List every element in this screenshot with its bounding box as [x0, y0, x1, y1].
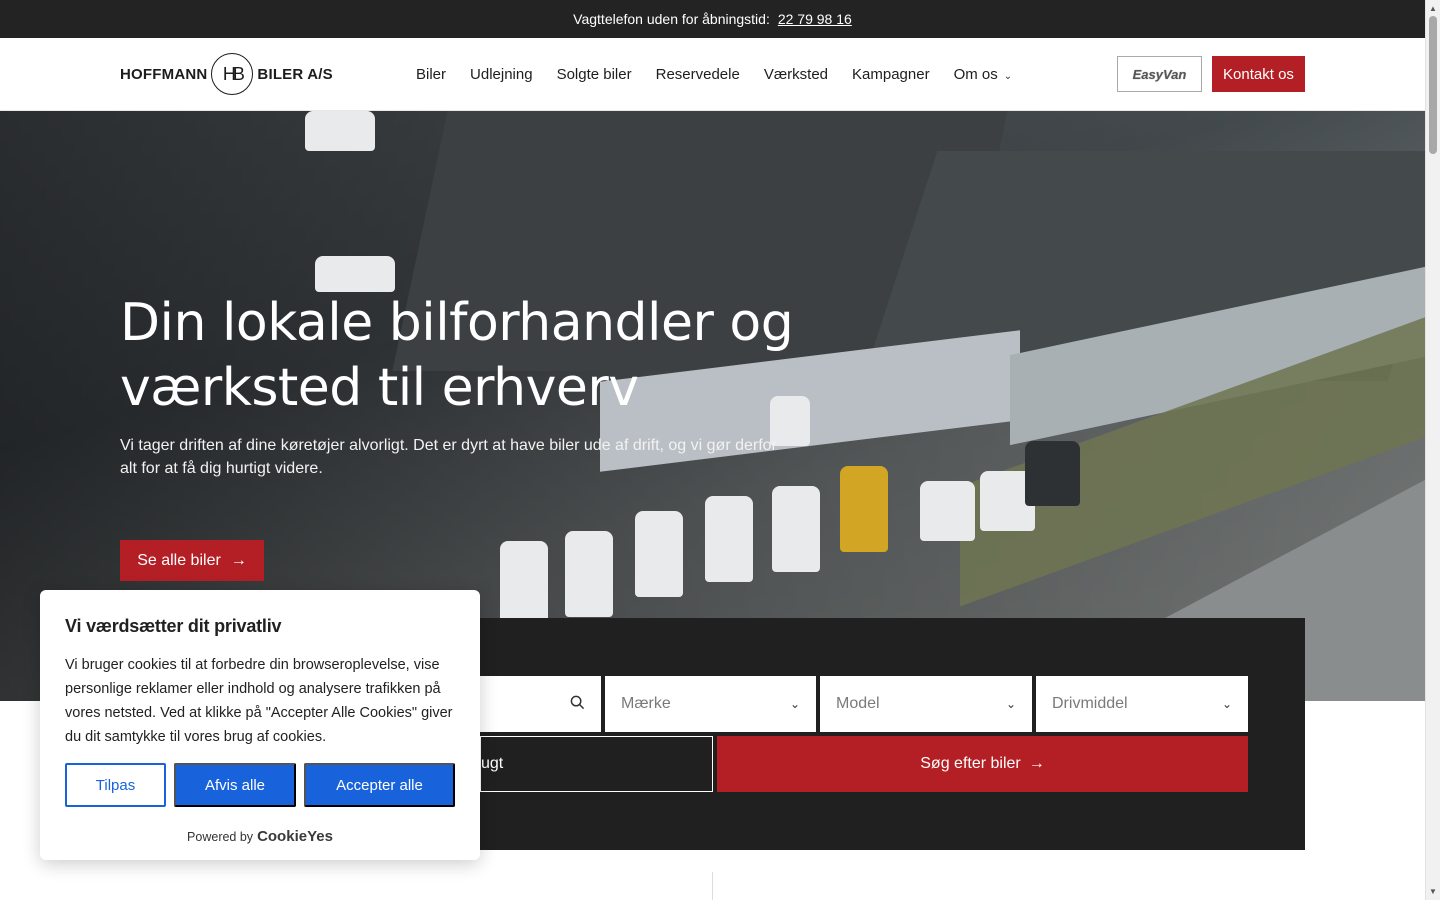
- model-select-placeholder: Model: [836, 695, 880, 712]
- hero-subtitle: Vi tager driften af dine køretøjer alvor…: [120, 437, 777, 477]
- hero-bg-car: [920, 481, 975, 541]
- cookie-accept-button[interactable]: Accepter alle: [304, 763, 455, 807]
- hero-bg-car: [1025, 441, 1080, 506]
- cookie-powered-by: Powered by CookieYes: [40, 828, 480, 845]
- nav-item-solgte-biler[interactable]: Solgte biler: [557, 66, 632, 83]
- contact-button[interactable]: Kontakt os: [1212, 56, 1305, 92]
- cookie-consent-dialog: Vi værdsætter dit privatliv Vi bruger co…: [40, 590, 480, 860]
- brand-select-placeholder: Mærke: [621, 695, 671, 712]
- hero-bg-van: [840, 466, 888, 552]
- logo-text-left: HOFFMANN: [120, 65, 208, 83]
- chevron-down-icon: ⌄: [1003, 71, 1013, 82]
- scroll-up-icon[interactable]: ▲: [1429, 4, 1437, 13]
- fuel-select-placeholder: Drivmiddel: [1052, 695, 1128, 712]
- search-cars-button[interactable]: Søg efter biler →: [717, 736, 1248, 792]
- section-divider: [712, 872, 713, 900]
- see-all-cars-label: Se alle biler: [137, 551, 221, 569]
- model-select[interactable]: Model ⌄: [820, 676, 1032, 732]
- condition-toggle[interactable]: ugt: [480, 736, 713, 792]
- scrollbar-thumb[interactable]: [1429, 16, 1437, 154]
- nav-item-kampagner[interactable]: Kampagner: [852, 66, 930, 83]
- scroll-down-icon[interactable]: ▼: [1429, 887, 1437, 896]
- cookie-title: Vi værdsætter dit privatliv: [65, 616, 282, 636]
- logo-text-right: BILER A/S: [257, 65, 333, 83]
- search-keyword-input[interactable]: [480, 676, 601, 732]
- hero-bg-van: [772, 486, 820, 572]
- arrow-right-icon: →: [230, 551, 247, 569]
- nav-item-udlejning[interactable]: Udlejning: [470, 66, 533, 83]
- arrow-right-icon: →: [1028, 755, 1045, 772]
- main-nav: Biler Udlejning Solgte biler Reservedele…: [416, 38, 1012, 111]
- nav-item-reservedele[interactable]: Reservedele: [656, 66, 740, 83]
- hero-bg-van: [500, 541, 548, 627]
- hero-bg-van: [315, 256, 395, 292]
- cookie-reject-button[interactable]: Afvis alle: [174, 763, 296, 807]
- powered-by-label: Powered by: [187, 830, 254, 844]
- hero-bg-van: [305, 111, 375, 151]
- hero-bg-van: [565, 531, 613, 617]
- site-logo[interactable]: HOFFMANN HB BILER A/S: [120, 53, 333, 95]
- cookieyes-logo[interactable]: CookieYes: [257, 828, 333, 845]
- nav-item-biler[interactable]: Biler: [416, 66, 446, 83]
- nav-item-om-os-label: Om os: [953, 66, 998, 83]
- cookie-body: Vi bruger cookies til at forbedre din br…: [65, 657, 453, 745]
- easyvan-badge[interactable]: EasyVan: [1117, 56, 1202, 92]
- page-scrollbar[interactable]: ▲ ▼: [1425, 0, 1440, 900]
- hero-bg-van: [635, 511, 683, 597]
- chevron-down-icon: ⌄: [1221, 697, 1232, 711]
- chevron-down-icon: ⌄: [1005, 697, 1016, 711]
- fuel-select[interactable]: Drivmiddel ⌄: [1036, 676, 1248, 732]
- hero-title: Din lokale bilforhandler og værksted til…: [120, 293, 794, 418]
- cookie-customize-button[interactable]: Tilpas: [65, 763, 166, 807]
- search-icon: [570, 695, 585, 714]
- condition-toggle-label: ugt: [481, 755, 504, 772]
- top-bar: Vagttelefon uden for åbningstid: 22 79 9…: [0, 0, 1425, 38]
- chevron-down-icon: ⌄: [789, 697, 800, 711]
- emergency-phone-label: Vagttelefon uden for åbningstid:: [573, 11, 770, 27]
- logo-mark: HB: [211, 53, 254, 95]
- nav-item-om-os[interactable]: Om os ⌄: [954, 66, 1013, 83]
- hero-bg-van: [705, 496, 753, 582]
- brand-select[interactable]: Mærke ⌄: [605, 676, 816, 732]
- site-header: HOFFMANN HB BILER A/S Biler Udlejning So…: [0, 38, 1425, 111]
- emergency-phone-link[interactable]: 22 79 98 16: [778, 11, 852, 27]
- search-cars-label: Søg efter biler: [920, 755, 1021, 772]
- nav-item-vaerksted[interactable]: Værksted: [764, 66, 828, 83]
- see-all-cars-button[interactable]: Se alle biler →: [120, 540, 264, 581]
